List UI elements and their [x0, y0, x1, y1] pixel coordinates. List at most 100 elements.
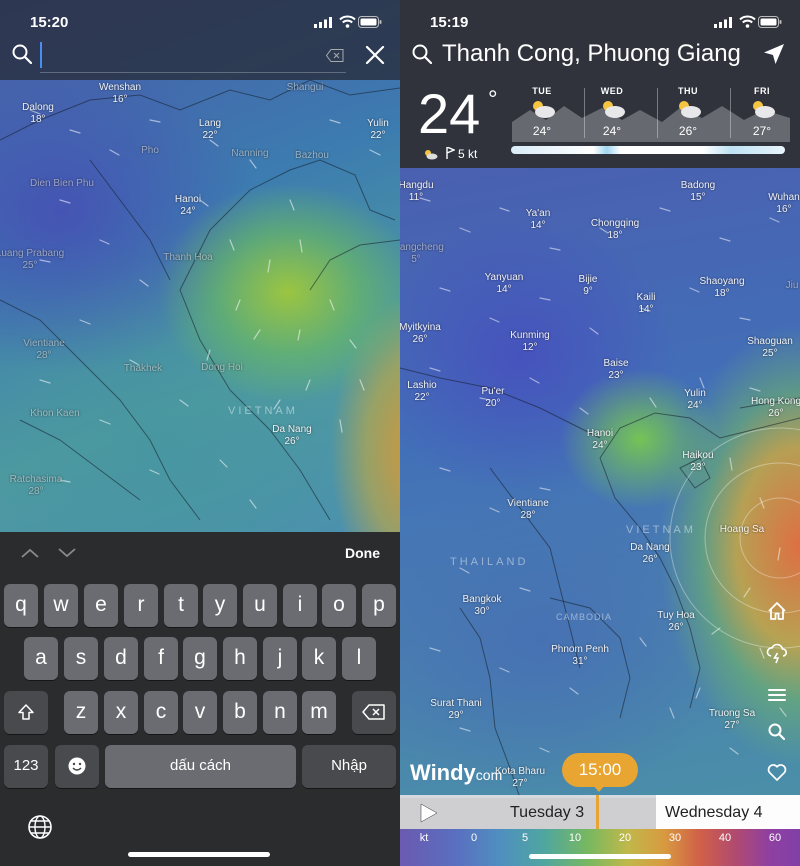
status-bar: 15:20 — [0, 0, 400, 40]
timeline-day-label: Wednesday 4 — [665, 804, 763, 821]
key-o[interactable]: o — [322, 584, 356, 627]
home-icon[interactable] — [766, 600, 788, 622]
location-title[interactable]: Thanh Cong, Phuong Giang — [442, 40, 741, 68]
city-label: Kunming 12° — [510, 330, 550, 353]
scale-label: 60 — [768, 832, 782, 844]
key-x[interactable]: x — [104, 691, 138, 734]
city-label: Shaoyang 18° — [699, 276, 745, 299]
key-v[interactable]: v — [183, 691, 217, 734]
backspace-key[interactable] — [352, 691, 396, 734]
storm-icon[interactable] — [766, 643, 788, 665]
city-label: Jiu — [785, 280, 799, 291]
key-j[interactable]: j — [263, 637, 297, 680]
city-label: Vientiane 28° — [507, 498, 549, 521]
done-button[interactable]: Done — [345, 545, 380, 561]
location-arrow-icon[interactable] — [762, 42, 786, 66]
key-z[interactable]: z — [64, 691, 98, 734]
close-icon[interactable] — [364, 44, 386, 66]
city-label: Thanh Hoa — [163, 252, 213, 263]
city-label: Kota Bharu 27° — [494, 766, 546, 789]
key-w[interactable]: w — [44, 584, 78, 627]
city-label: Yanyuan 14° — [484, 272, 524, 295]
status-bar: 15:19 — [400, 0, 800, 40]
key-m[interactable]: m — [302, 691, 336, 734]
key-l[interactable]: l — [342, 637, 376, 680]
timeline-bar[interactable]: Tuesday 3 Wednesday 4 — [400, 795, 800, 829]
city-label: Lashio 22° — [407, 380, 437, 403]
partly-cloudy-icon — [533, 101, 555, 118]
city-label: Surat Thani 29° — [430, 698, 482, 721]
numbers-key[interactable]: 123 — [4, 745, 48, 788]
key-p[interactable]: p — [362, 584, 396, 627]
clear-input-icon[interactable] — [326, 49, 344, 62]
windy-logo: Windycom — [410, 760, 503, 785]
signal-icon — [314, 17, 332, 28]
key-a[interactable]: a — [24, 637, 58, 680]
city-label: Shangui — [286, 82, 324, 93]
wifi-icon — [339, 15, 356, 28]
forecast-day[interactable]: FRI 27° — [732, 86, 792, 138]
city-label: Hong Kong 26° — [750, 396, 800, 419]
chevron-down-icon[interactable] — [57, 546, 77, 560]
key-q[interactable]: q — [4, 584, 38, 627]
city-label: Nanning — [231, 148, 269, 159]
time-bubble[interactable]: 15:00 — [562, 753, 638, 787]
heart-icon[interactable] — [766, 761, 788, 783]
wifi-icon — [739, 15, 756, 28]
forecast-day[interactable]: THU 26° — [658, 86, 718, 138]
partly-cloudy-icon — [603, 101, 625, 118]
globe-icon[interactable] — [27, 814, 53, 840]
forecast-divider — [730, 88, 731, 138]
search-icon[interactable] — [412, 44, 432, 64]
key-f[interactable]: f — [144, 637, 178, 680]
forecast-day[interactable]: TUE 24° — [512, 86, 572, 138]
key-g[interactable]: g — [183, 637, 217, 680]
city-label: Badong 15° — [680, 180, 716, 203]
wind-direction-icon — [446, 147, 455, 159]
forecast-strip[interactable]: TUE 24° WED 24° THU 26° FRI 27° — [512, 86, 790, 146]
key-h[interactable]: h — [223, 637, 257, 680]
city-label: Hangdu 11° — [400, 180, 434, 203]
space-key[interactable]: dấu cách — [105, 745, 296, 788]
search-input[interactable] — [44, 42, 314, 68]
search-underline — [40, 72, 346, 73]
city-label: Chongqing 18° — [590, 218, 640, 241]
key-u[interactable]: u — [243, 584, 277, 627]
current-temperature: 24 — [418, 82, 481, 145]
key-r[interactable]: r — [124, 584, 158, 627]
city-label: Ratchasima 28° — [9, 474, 63, 497]
city-label: Dien Bien Phu — [30, 178, 94, 189]
key-k[interactable]: k — [302, 637, 336, 680]
city-label: Luang Prabang 25° — [0, 248, 65, 271]
key-e[interactable]: e — [84, 584, 118, 627]
return-key[interactable]: Nhập — [302, 745, 396, 788]
key-d[interactable]: d — [104, 637, 138, 680]
key-t[interactable]: t — [164, 584, 198, 627]
key-s[interactable]: s — [64, 637, 98, 680]
city-label: Bazhou — [295, 150, 329, 161]
right-screen: Badong 15° Wuhan 16° Ya'an 14° Chongqing 18°… — [400, 0, 800, 866]
shift-key[interactable] — [4, 691, 48, 734]
search-icon[interactable] — [766, 721, 788, 743]
text-caret — [40, 42, 42, 68]
chevron-up-icon[interactable] — [20, 546, 40, 560]
degree-symbol: ° — [488, 86, 498, 113]
key-y[interactable]: y — [203, 584, 237, 627]
key-n[interactable]: n — [263, 691, 297, 734]
menu-icon[interactable] — [766, 684, 788, 706]
city-label: Hoang Sa — [719, 524, 765, 535]
city-label: Da Nang 26° — [630, 542, 670, 565]
key-i[interactable]: i — [283, 584, 317, 627]
forecast-day[interactable]: WED 24° — [582, 86, 642, 138]
emoji-key[interactable] — [55, 745, 99, 788]
home-indicator — [128, 852, 270, 857]
search-icon — [12, 44, 32, 64]
play-icon[interactable] — [418, 803, 438, 823]
scale-label: 40 — [718, 832, 732, 844]
country-label: VIETNAM — [626, 524, 696, 536]
key-b[interactable]: b — [223, 691, 257, 734]
wind-map[interactable]: Badong 15° Wuhan 16° Ya'an 14° Chongqing 18°… — [400, 168, 800, 798]
keyboard-toolbar: Done — [0, 532, 400, 576]
timeline-marker[interactable] — [596, 795, 599, 829]
key-c[interactable]: c — [144, 691, 178, 734]
